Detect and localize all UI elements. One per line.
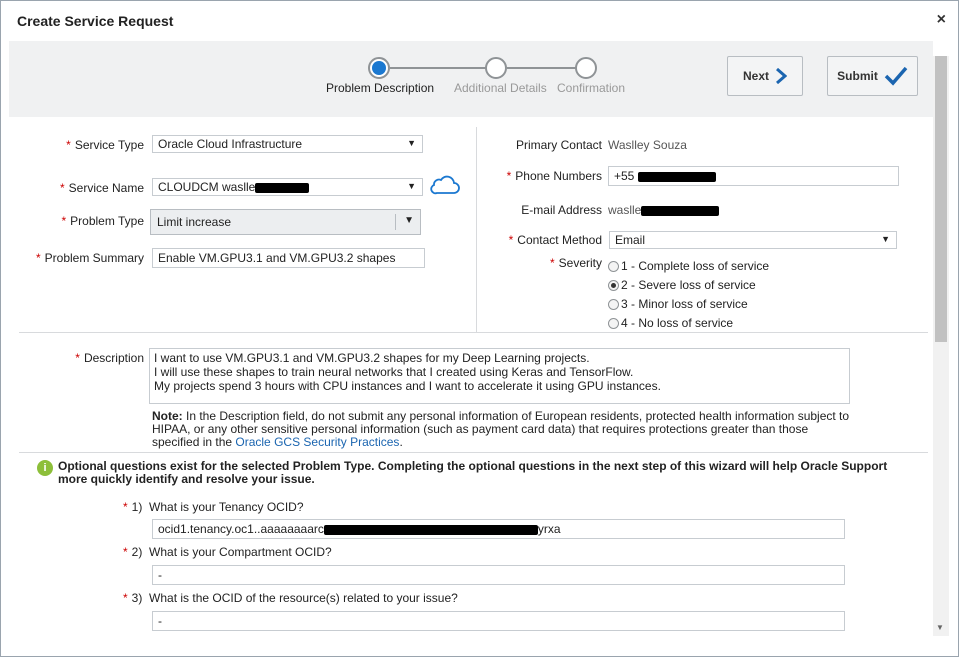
train-label-additional-details: Additional Details	[454, 81, 547, 95]
compartment-ocid-input[interactable]: -	[152, 565, 845, 585]
primary-contact-value: Waslley Souza	[608, 138, 687, 152]
redacted-text	[255, 182, 310, 193]
dropdown-arrow-icon: ▼	[404, 215, 414, 226]
radio-selected-icon	[608, 279, 619, 291]
description-line: I want to use VM.GPU3.1 and VM.GPU3.2 sh…	[154, 351, 590, 365]
redacted-text	[641, 205, 720, 216]
dialog-body[interactable]: Problem Description Additional Details C…	[9, 41, 933, 651]
problem-type-label: * Problem Type	[61, 214, 145, 228]
dropdown-arrow-icon: ▼	[407, 138, 416, 148]
severity-label: * Severity	[549, 256, 602, 270]
info-icon: i	[37, 460, 53, 476]
resource-ocid-input[interactable]: -	[152, 611, 845, 631]
checkmark-icon	[884, 66, 908, 86]
dialog-titlebar: Create Service Request ×	[1, 1, 958, 41]
service-name-select[interactable]: CLOUDCM waslle ▼	[152, 178, 423, 196]
chevron-right-icon	[776, 68, 787, 84]
question-2-label: * 2) What is your Compartment OCID?	[123, 545, 332, 559]
radio-icon	[608, 317, 619, 329]
train-label-problem-description: Problem Description	[326, 81, 435, 95]
security-practices-link[interactable]: Oracle GCS Security Practices	[235, 435, 399, 449]
phone-numbers-label: * Phone Numbers	[506, 169, 602, 183]
severity-option-3[interactable]: 3 - Minor loss of service	[608, 297, 748, 311]
optional-questions-info: Optional questions exist for the selecte…	[58, 459, 888, 486]
severity-option-4[interactable]: 4 - No loss of service	[608, 316, 733, 330]
cloud-icon	[430, 175, 460, 195]
question-3-label: * 3) What is the OCID of the resource(s) …	[123, 591, 458, 605]
redacted-text	[637, 171, 716, 182]
email-value: waslle	[608, 203, 720, 217]
phone-numbers-input[interactable]: +55	[608, 166, 899, 186]
submit-label: Submit	[837, 69, 878, 83]
privacy-note: Note: In the Description field, do not s…	[152, 409, 850, 449]
problem-type-select[interactable]: Limit increase ▼	[150, 209, 421, 235]
severity-option-2[interactable]: 2 - Severe loss of service	[608, 278, 756, 292]
section-divider	[19, 452, 928, 453]
scroll-down-icon[interactable]: ▼	[936, 623, 944, 632]
primary-contact-label: Primary Contact	[515, 138, 602, 152]
scrollbar-thumb[interactable]	[935, 56, 947, 342]
question-1-label: * 1) What is your Tenancy OCID?	[123, 500, 304, 514]
description-line: I will use these shapes to train neural …	[154, 365, 634, 379]
severity-option-1[interactable]: 1 - Complete loss of service	[608, 259, 769, 273]
close-icon[interactable]: ×	[937, 11, 946, 29]
description-label: * Description	[75, 351, 144, 365]
wizard-train: Problem Description Additional Details C…	[9, 41, 933, 117]
next-button[interactable]: Next	[727, 56, 803, 96]
train-stop-additional-details[interactable]	[485, 57, 507, 79]
train-stop-confirmation[interactable]	[575, 57, 597, 79]
service-name-label: * Service Name	[59, 181, 144, 195]
train-connector	[390, 67, 495, 69]
radio-icon	[608, 260, 619, 272]
service-type-select[interactable]: Oracle Cloud Infrastructure ▼	[152, 135, 423, 153]
next-label: Next	[742, 69, 769, 83]
vertical-scrollbar[interactable]: ▼	[933, 56, 949, 636]
column-divider	[476, 127, 477, 332]
dialog-title: Create Service Request	[17, 13, 174, 29]
problem-summary-label: * Problem Summary	[35, 251, 144, 265]
service-type-label: * Service Type	[66, 138, 144, 152]
train-label-confirmation: Confirmation	[557, 81, 626, 95]
redacted-text	[323, 524, 538, 535]
contact-method-label: * Contact Method	[508, 233, 602, 247]
description-line: My projects spend 3 hours with CPU insta…	[154, 379, 661, 393]
dropdown-arrow-icon: ▼	[881, 234, 890, 244]
train-stop-problem-description[interactable]	[368, 57, 390, 79]
email-label: E-mail Address	[521, 203, 602, 217]
tenancy-ocid-input[interactable]: ocid1.tenancy.oc1..aaaaaaaarc yrxa	[152, 519, 845, 539]
section-divider	[19, 332, 928, 333]
contact-method-select[interactable]: Email ▼	[609, 231, 897, 249]
submit-button[interactable]: Submit	[827, 56, 918, 96]
dropdown-arrow-icon: ▼	[407, 181, 416, 191]
problem-summary-input[interactable]: Enable VM.GPU3.1 and VM.GPU3.2 shapes	[152, 248, 425, 268]
description-textarea[interactable]: I want to use VM.GPU3.1 and VM.GPU3.2 sh…	[149, 348, 850, 404]
radio-icon	[608, 298, 619, 310]
create-service-request-dialog: Create Service Request × Problem Descrip…	[0, 0, 959, 657]
